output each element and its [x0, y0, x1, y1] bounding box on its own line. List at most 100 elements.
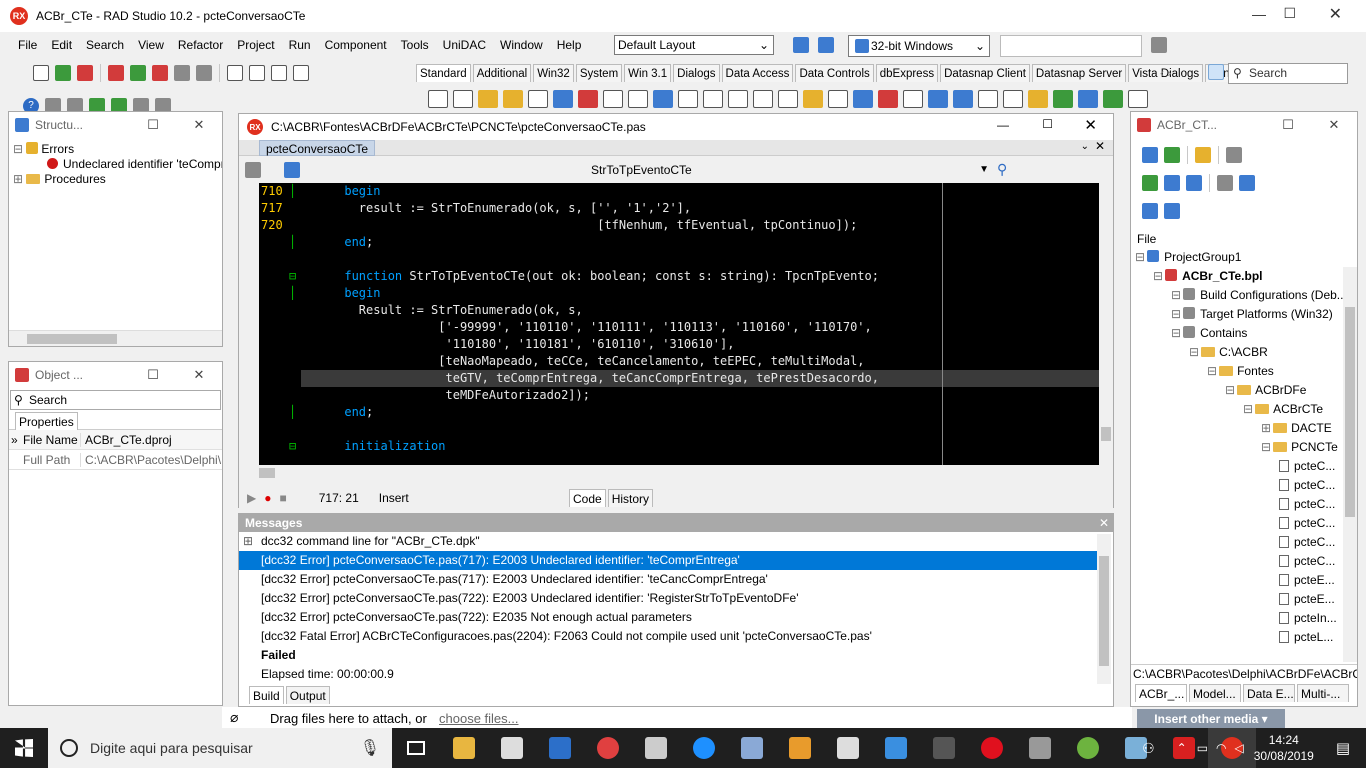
- menu-unidac[interactable]: UniDAC: [443, 38, 486, 52]
- build-icon[interactable]: [1239, 175, 1255, 191]
- message-item[interactable]: ⊞ dcc32 command line for "ACBr_CTe.dpk": [239, 532, 1097, 551]
- config-select[interactable]: [1000, 35, 1142, 57]
- opera-icon[interactable]: [968, 728, 1016, 768]
- project-vscrollbar[interactable]: [1343, 267, 1357, 662]
- activate-icon[interactable]: [1142, 147, 1158, 163]
- play-macro-icon[interactable]: ▶: [247, 491, 256, 505]
- remove-file-icon[interactable]: [152, 65, 168, 81]
- palette-search[interactable]: ⚲ Search: [1228, 63, 1348, 84]
- project-tab-0[interactable]: ACBr_...: [1135, 684, 1187, 702]
- microphone-icon[interactable]: 🎙: [360, 738, 380, 758]
- component-26-icon[interactable]: [1078, 90, 1098, 108]
- palette-tab-3[interactable]: System: [575, 64, 623, 82]
- project-tree-node[interactable]: ⊞ DACTE: [1135, 419, 1357, 438]
- windows-start-icon[interactable]: [0, 728, 48, 768]
- palette-tab-10[interactable]: Datasnap Server: [1031, 64, 1127, 82]
- view-tab-history[interactable]: History: [607, 489, 654, 507]
- copy-icon[interactable]: [227, 65, 243, 81]
- menu-run[interactable]: Run: [289, 38, 311, 52]
- code-line[interactable]: end;: [301, 404, 1099, 421]
- project-tab-1[interactable]: Model...: [1189, 684, 1241, 702]
- battery-icon[interactable]: ▭: [1197, 741, 1208, 755]
- volume-icon[interactable]: ◁: [1235, 741, 1244, 755]
- code-vscrollbar[interactable]: [1099, 183, 1113, 465]
- dx-app-icon[interactable]: [584, 728, 632, 768]
- component-14-icon[interactable]: [778, 90, 798, 108]
- save-all-icon[interactable]: [108, 65, 124, 81]
- palette-scroll[interactable]: ‹ ›: [1160, 64, 1200, 82]
- close-icon[interactable]: ✕: [1099, 516, 1109, 530]
- project-tree-node[interactable]: pcteE...: [1135, 571, 1357, 590]
- project-tree-node[interactable]: pcteE...: [1135, 590, 1357, 609]
- code-line[interactable]: begin: [301, 183, 1099, 200]
- component-25-icon[interactable]: [1053, 90, 1073, 108]
- component-22-icon[interactable]: [978, 90, 998, 108]
- project-tree-node[interactable]: pcteC...: [1135, 514, 1357, 533]
- pointer-icon[interactable]: [1208, 64, 1224, 80]
- message-item[interactable]: Failed: [239, 646, 1097, 665]
- project-tree-node[interactable]: pcteC...: [1135, 476, 1357, 495]
- palette-tab-1[interactable]: Additional: [472, 64, 532, 82]
- project-tree-node[interactable]: pcteC...: [1135, 495, 1357, 514]
- inspector-search[interactable]: ⚲ Search: [10, 390, 221, 410]
- sort-icon[interactable]: [1217, 175, 1233, 191]
- open-project-icon[interactable]: [55, 65, 71, 81]
- class-browser-icon[interactable]: [245, 161, 261, 178]
- layout-options-icon[interactable]: [818, 37, 834, 53]
- mail-icon[interactable]: [632, 728, 680, 768]
- message-item[interactable]: [dcc32 Error] pcteConversaoCTe.pas(722):…: [239, 589, 1097, 608]
- messages-vscrollbar[interactable]: [1097, 534, 1111, 684]
- panel-close-button[interactable]: ✕: [1311, 117, 1357, 133]
- android-icon[interactable]: [1064, 728, 1112, 768]
- message-item[interactable]: Elapsed time: 00:00:00.9: [239, 665, 1097, 684]
- project-tree-node[interactable]: pcteC...: [1135, 552, 1357, 571]
- project-tree-node[interactable]: ⊟ C:\ACBR: [1135, 343, 1357, 362]
- task-view-icon[interactable]: [392, 728, 440, 768]
- component-24-icon[interactable]: [1028, 90, 1048, 108]
- tab-list-icon[interactable]: ⌄: [1081, 141, 1089, 152]
- internet-explorer-icon[interactable]: [680, 728, 728, 768]
- menu-view[interactable]: View: [138, 38, 164, 52]
- store-icon[interactable]: [488, 728, 536, 768]
- config-icon[interactable]: [1151, 37, 1167, 53]
- tool-app-icon[interactable]: [824, 728, 872, 768]
- code-line[interactable]: initialization: [301, 438, 1099, 455]
- menu-file[interactable]: File: [18, 38, 37, 52]
- close-tab-icon[interactable]: ✕: [1095, 139, 1105, 153]
- minimize-button[interactable]: —: [1252, 6, 1266, 22]
- help-app-icon[interactable]: [536, 728, 584, 768]
- message-item[interactable]: [dcc32 Error] pcteConversaoCTe.pas(717):…: [239, 551, 1097, 570]
- project-tree-node[interactable]: pcteL...: [1135, 628, 1357, 647]
- project-tree-node[interactable]: ⊟ Fontes: [1135, 362, 1357, 381]
- palette-tab-2[interactable]: Win32: [533, 64, 574, 82]
- maximize-button[interactable]: ☐: [1283, 5, 1296, 22]
- palette-tab-4[interactable]: Win 3.1: [624, 64, 672, 82]
- code-line[interactable]: teGTV, teComprEntrega, teCancComprEntreg…: [301, 370, 1099, 387]
- tab-properties[interactable]: Properties: [15, 412, 78, 430]
- menu-edit[interactable]: Edit: [51, 38, 72, 52]
- component-2-icon[interactable]: [478, 90, 498, 108]
- code-line[interactable]: [301, 421, 1099, 438]
- notification-icon[interactable]: ▤: [1336, 739, 1350, 757]
- project-tree-node[interactable]: ⊟ Target Platforms (Win32): [1135, 305, 1357, 324]
- project-tree-node[interactable]: ⊟ Build Configurations (Deb...: [1135, 286, 1357, 305]
- palette-tab-0[interactable]: Standard: [416, 64, 471, 82]
- taskbar-search[interactable]: Digite aqui para pesquisar 🎙: [48, 728, 392, 768]
- project-tree-node[interactable]: ⊟ ACBrCTe: [1135, 400, 1357, 419]
- component-23-icon[interactable]: [1003, 90, 1023, 108]
- find-icon[interactable]: ⚲: [997, 161, 1007, 178]
- structure-node-procedures[interactable]: ⊞ Procedures: [13, 172, 222, 187]
- record-macro-icon[interactable]: ●: [264, 491, 271, 505]
- menu-window[interactable]: Window: [500, 38, 543, 52]
- save-icon[interactable]: [77, 65, 93, 81]
- component-6-icon[interactable]: [578, 90, 598, 108]
- build-all-icon[interactable]: [1164, 203, 1180, 219]
- message-item[interactable]: [dcc32 Error] pcteConversaoCTe.pas(722):…: [239, 608, 1097, 627]
- project-tree-node[interactable]: ⊟ Contains: [1135, 324, 1357, 343]
- choose-files-link[interactable]: choose files...: [439, 711, 519, 726]
- message-item[interactable]: [dcc32 Fatal Error] ACBrCTeConfiguracoes…: [239, 627, 1097, 646]
- panel-maximize-button[interactable]: ☐: [1265, 117, 1311, 133]
- component-18-icon[interactable]: [878, 90, 898, 108]
- inspector-row[interactable]: » File Name ACBr_CTe.dproj: [9, 430, 222, 450]
- menu-project[interactable]: Project: [237, 38, 274, 52]
